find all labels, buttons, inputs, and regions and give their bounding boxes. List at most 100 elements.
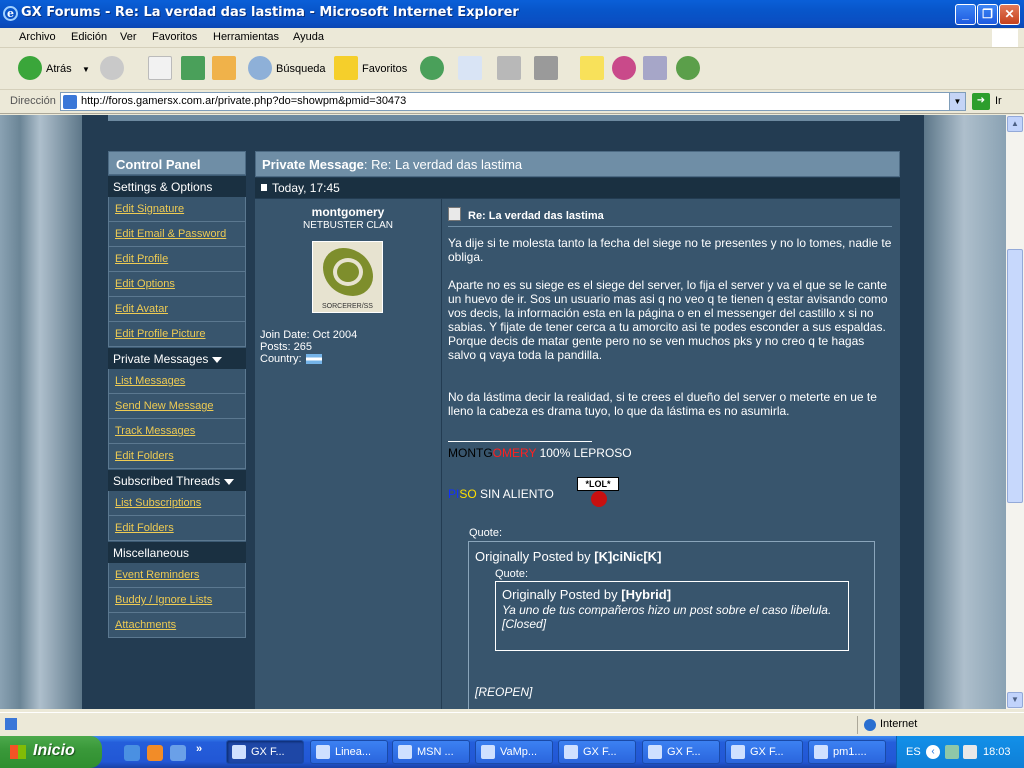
back-arrow-icon[interactable] [18, 56, 42, 80]
menu-herramientas[interactable]: Herramientas [213, 31, 279, 43]
page-status-icon [5, 718, 17, 730]
country-row: Country: [260, 353, 357, 365]
private-message-header: Private Message: Re: La verdad das lasti… [255, 151, 900, 177]
start-button[interactable]: Inicio [0, 736, 102, 768]
menu-edicion[interactable]: Edición [71, 31, 107, 43]
show-desktop-icon[interactable] [170, 745, 186, 761]
address-input[interactable]: http://foros.gamersx.com.ar/private.php?… [60, 92, 966, 111]
taskbar-button[interactable]: VaMp... [475, 740, 553, 764]
cp-item-edit-folders[interactable]: Edit Folders [108, 444, 246, 469]
msn-buddies-icon[interactable] [676, 56, 700, 80]
header-strip [108, 115, 900, 121]
post-count: Posts: 265 [260, 341, 312, 353]
taskbar-button[interactable]: MSN ... [392, 740, 470, 764]
user-stats: Join Date: Oct 2004 Posts: 265 Country: [260, 329, 357, 365]
vertical-scrollbar[interactable]: ▲ ▼ [1006, 115, 1024, 709]
back-dropdown-icon[interactable]: ▼ [82, 65, 90, 74]
search-button-label[interactable]: Búsqueda [276, 63, 326, 75]
discuss-icon[interactable] [580, 56, 604, 80]
toolbar: Atrás ▼ Búsqueda Favoritos [0, 48, 1024, 90]
control-panel: Control Panel Settings & Options Edit Si… [108, 151, 246, 638]
cp-item-edit-profile-picture[interactable]: Edit Profile Picture [108, 322, 246, 347]
avatar: SORCERER/SS [312, 241, 383, 313]
research-icon[interactable] [643, 56, 667, 80]
user-info-panel: montgomery NETBUSTER CLAN SORCERER/SS Jo… [255, 199, 441, 709]
subscribed-threads-section-header[interactable]: Subscribed Threads [108, 469, 246, 491]
minimize-button[interactable]: _ [955, 4, 976, 25]
cp-item-buddy-ignore-lists[interactable]: Buddy / Ignore Lists [108, 588, 246, 613]
cp-item-attachments[interactable]: Attachments [108, 613, 246, 638]
tray-expand-icon[interactable]: ‹ [926, 745, 940, 759]
user-title: NETBUSTER CLAN [302, 220, 393, 231]
cp-item-list-subscriptions[interactable]: List Subscriptions [108, 491, 246, 516]
address-url[interactable]: http://foros.gamersx.com.ar/private.php?… [81, 95, 406, 107]
control-panel-title[interactable]: Control Panel [108, 151, 246, 175]
maximize-button[interactable]: ❐ [977, 4, 998, 25]
quote-label: Quote: [469, 527, 503, 539]
system-tray: ES ‹ 18:03 [896, 736, 1024, 768]
favorites-star-icon[interactable] [334, 56, 358, 80]
messenger-smiley-icon[interactable] [612, 56, 636, 80]
edit-icon[interactable] [534, 56, 558, 80]
volume-icon[interactable] [963, 745, 977, 759]
window-title-bar[interactable]: e GX Forums - Re: La verdad das lastima … [0, 0, 1024, 28]
cp-item-edit-avatar[interactable]: Edit Avatar [108, 297, 246, 322]
pm-date: Today, 17:45 [272, 181, 340, 195]
address-dropdown-icon[interactable]: ▼ [949, 93, 965, 110]
cp-item-edit-profile[interactable]: Edit Profile [108, 247, 246, 272]
cp-item-edit-options[interactable]: Edit Options [108, 272, 246, 297]
menu-archivo[interactable]: Archivo [19, 31, 56, 43]
taskbar-button[interactable]: GX F... [725, 740, 803, 764]
taskbar-button[interactable]: pm1.... [808, 740, 886, 764]
nested-quote-block: Originally Posted by [Hybrid] Ya uno de … [495, 581, 849, 651]
settings-section-header: Settings & Options [108, 175, 246, 197]
username-link[interactable]: montgomery [255, 205, 441, 219]
cp-item-send-new-message[interactable]: Send New Message [108, 394, 246, 419]
quicklaunch-more-icon[interactable]: » [196, 743, 202, 755]
cp-item-edit-signature[interactable]: Edit Signature [108, 197, 246, 222]
mail-icon[interactable] [458, 56, 482, 80]
favorites-button-label[interactable]: Favoritos [362, 63, 407, 75]
language-indicator[interactable]: ES [906, 746, 921, 758]
search-icon[interactable] [248, 56, 272, 80]
page-viewport: Control Panel Settings & Options Edit Si… [0, 115, 1006, 709]
message-title: Re: La verdad das lastima [448, 205, 892, 227]
menu-favoritos[interactable]: Favoritos [152, 31, 197, 43]
go-arrow-icon[interactable]: ➜ [972, 93, 990, 110]
taskbar-button[interactable]: GX F... [642, 740, 720, 764]
taskbar-button[interactable]: GX F... [226, 740, 304, 764]
cp-item-edit-subscription-folders[interactable]: Edit Folders [108, 516, 246, 541]
collapse-arrow-icon[interactable] [212, 356, 223, 363]
nested-quote-author: [Hybrid] [621, 587, 672, 602]
scroll-down-icon[interactable]: ▼ [1007, 692, 1023, 708]
print-icon[interactable] [497, 56, 521, 80]
scrollbar-thumb[interactable] [1007, 249, 1023, 503]
scroll-up-icon[interactable]: ▲ [1007, 116, 1023, 132]
media-quicklaunch-icon[interactable] [147, 745, 163, 761]
cp-item-event-reminders[interactable]: Event Reminders [108, 563, 246, 588]
refresh-icon[interactable] [181, 56, 205, 80]
close-button[interactable]: ✕ [999, 4, 1020, 25]
page-background-right [924, 115, 1006, 709]
status-bar: Internet [0, 712, 1024, 736]
stop-icon[interactable] [148, 56, 172, 80]
forward-arrow-icon[interactable] [100, 56, 124, 80]
menu-ver[interactable]: Ver [120, 31, 137, 43]
back-button-label[interactable]: Atrás [46, 63, 72, 75]
ie-logo-icon: e [3, 6, 18, 21]
history-icon[interactable] [420, 56, 444, 80]
go-button-label[interactable]: Ir [995, 95, 1002, 107]
msn-tray-icon[interactable] [945, 745, 959, 759]
home-icon[interactable] [212, 56, 236, 80]
ie-window-icon [564, 745, 578, 759]
collapse-arrow-icon[interactable] [224, 478, 235, 485]
taskbar-button[interactable]: Linea... [310, 740, 388, 764]
private-messages-section-header[interactable]: Private Messages [108, 347, 246, 369]
ie-quicklaunch-icon[interactable] [124, 745, 140, 761]
cp-item-track-messages[interactable]: Track Messages [108, 419, 246, 444]
cp-item-list-messages[interactable]: List Messages [108, 369, 246, 394]
message-paragraph: Aparte no es su siege es el siege del se… [448, 278, 888, 362]
taskbar-button[interactable]: GX F... [558, 740, 636, 764]
cp-item-edit-email-password[interactable]: Edit Email & Password [108, 222, 246, 247]
menu-ayuda[interactable]: Ayuda [293, 31, 324, 43]
